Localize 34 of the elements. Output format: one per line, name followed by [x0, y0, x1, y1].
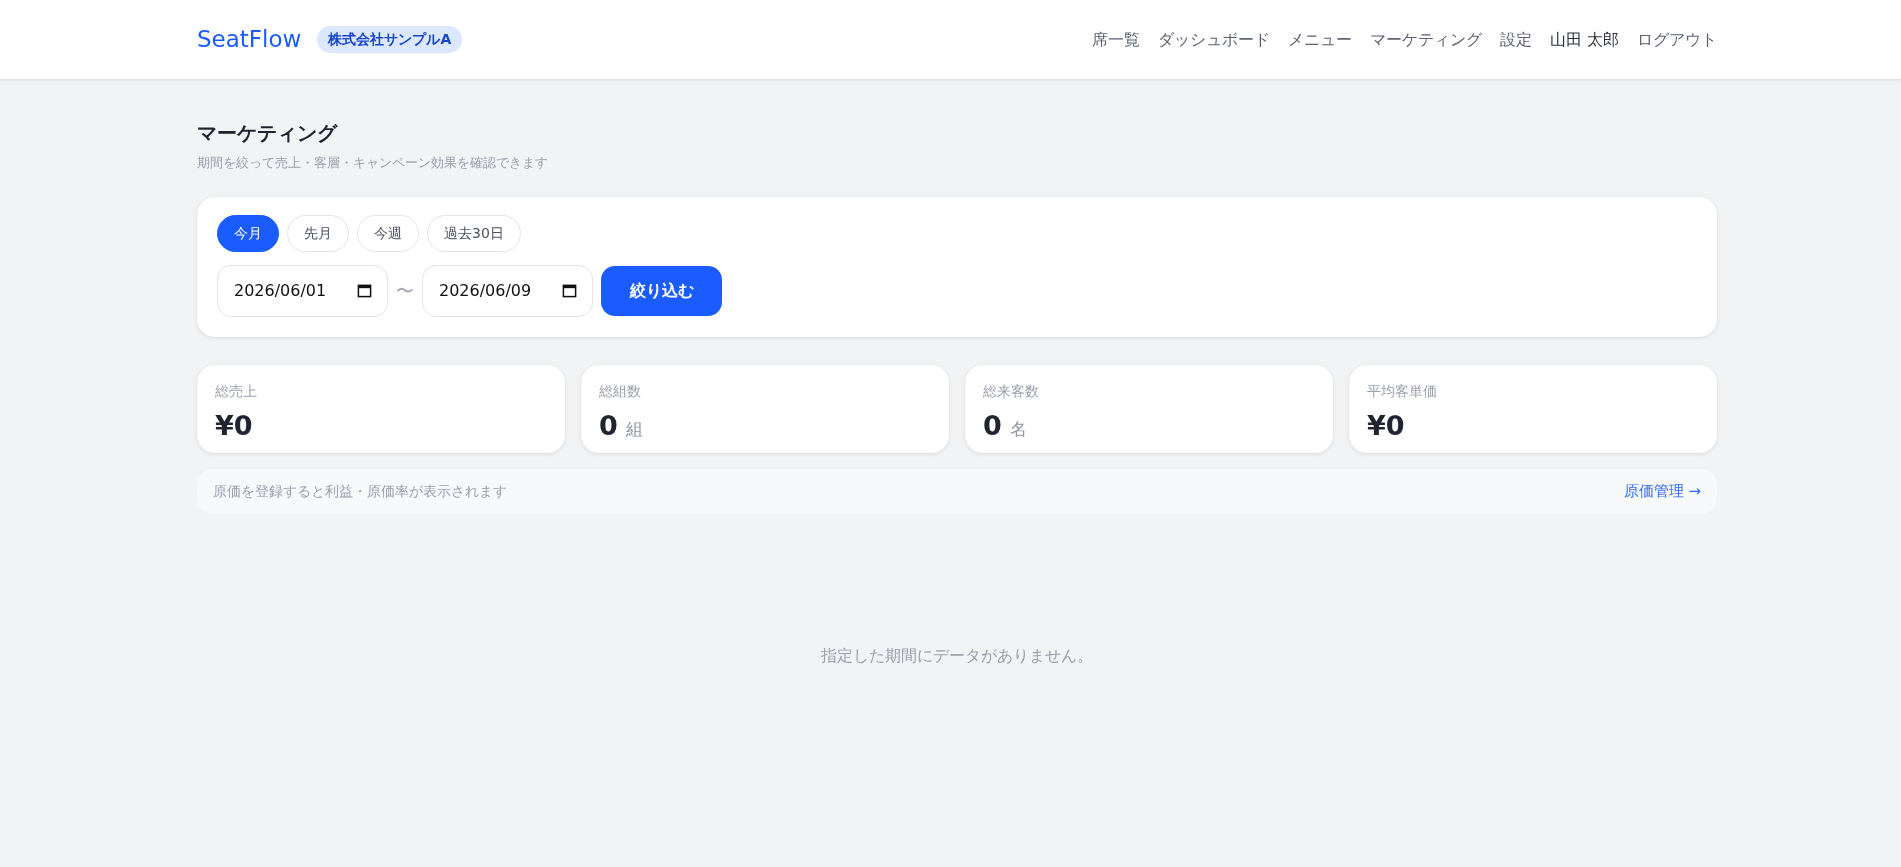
stat-unit: 組: [625, 417, 643, 441]
page-subtitle: 期間を絞って売上・客層・キャンペーン効果を確認できます: [197, 154, 549, 172]
stat-unit: 名: [1009, 417, 1027, 441]
period-preset-button[interactable]: 今月: [217, 214, 279, 252]
stat-value: 0: [599, 411, 618, 439]
company-tag: 株式会社サンプルA: [317, 26, 463, 53]
calendar-icon[interactable]: [357, 282, 372, 298]
end-date-field[interactable]: 2026/06/09: [422, 264, 593, 317]
range-separator: 〜: [396, 279, 414, 303]
stat-label: 総売上: [215, 381, 258, 401]
stat-label: 総組数: [599, 381, 642, 401]
stat-value: ¥0: [215, 411, 253, 439]
nav-link[interactable]: 設定: [1499, 27, 1532, 52]
cost-notice-text: 原価を登録すると利益・原価率が表示されます: [213, 481, 507, 501]
calendar-icon[interactable]: [562, 282, 577, 298]
period-preset-button[interactable]: 過去30日: [427, 214, 521, 252]
stat-label: 平均客単価: [1367, 381, 1438, 401]
nav-link[interactable]: ダッシュボード: [1157, 27, 1270, 52]
page-title: マーケティング: [197, 121, 339, 145]
nav-link[interactable]: 席一覧: [1091, 27, 1140, 52]
cost-management-link[interactable]: 原価管理 →: [1623, 479, 1701, 503]
filter-button[interactable]: 絞り込む: [601, 265, 722, 316]
period-preset-button[interactable]: 先月: [287, 214, 349, 252]
brand-logo[interactable]: SeatFlow: [197, 22, 302, 57]
nav-link[interactable]: ログアウト: [1637, 27, 1717, 52]
stat-label: 総来客数: [983, 381, 1040, 401]
period-preset-button[interactable]: 今週: [357, 214, 419, 252]
stat-value: 0: [983, 411, 1002, 439]
nav-link[interactable]: メニュー: [1287, 27, 1352, 52]
user-name: 山田 太郎: [1549, 28, 1619, 51]
empty-message: 指定した期間にデータがありません。: [821, 645, 1093, 665]
start-date-field[interactable]: 2026/06/01: [217, 264, 388, 317]
nav-link[interactable]: マーケティング: [1369, 27, 1482, 52]
stat-value: ¥0: [1367, 411, 1405, 439]
